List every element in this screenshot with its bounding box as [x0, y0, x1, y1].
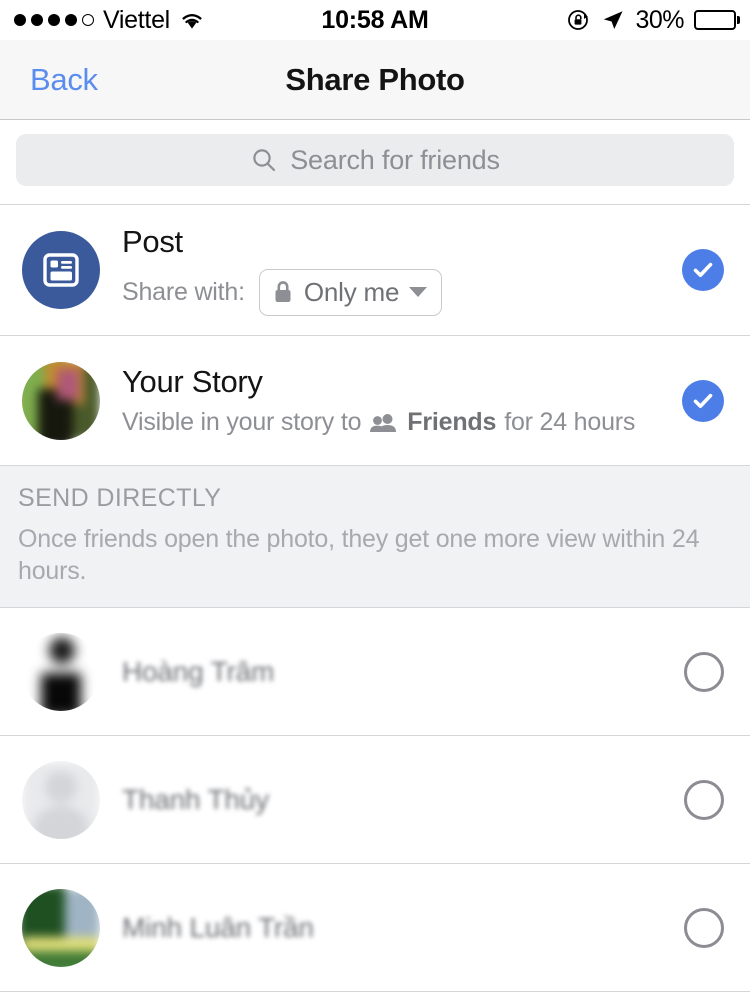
avatar [22, 632, 100, 711]
list-item[interactable]: Thanh Thủy [0, 736, 750, 864]
friend-row-content: Thanh Thủy [122, 784, 684, 816]
friend-name: Hoàng Trâm [122, 655, 275, 687]
check-icon [693, 393, 713, 408]
status-bar-right: 30% [567, 6, 736, 35]
avatar [22, 760, 100, 839]
lock-icon [275, 281, 291, 303]
post-subtitle: Share with: Only me [122, 268, 682, 316]
avatar [22, 888, 100, 967]
friend-row-content: Hoàng Trâm [122, 656, 684, 688]
share-with-label: Share with: [122, 277, 245, 306]
list-item[interactable]: Minh Luân Trần [0, 864, 750, 992]
story-audience-label: Friends [407, 408, 497, 437]
battery-percentage: 30% [635, 5, 684, 34]
share-target-your-story[interactable]: Your Story Visible in your story to Frie… [0, 336, 750, 466]
back-button[interactable]: Back [0, 62, 98, 98]
status-bar: Viettel 10:58 AM 30% [0, 0, 750, 40]
carrier-name: Viettel [103, 5, 170, 34]
share-target-name: Post [122, 224, 183, 260]
friends-group-icon [370, 413, 397, 432]
news-feed-glyph [43, 253, 79, 287]
friend-avatar-image [22, 632, 100, 711]
battery-icon [694, 10, 736, 30]
friend-select-radio[interactable] [684, 651, 724, 692]
story-selected-checkbox[interactable] [682, 379, 724, 422]
signal-dot [14, 14, 26, 26]
status-bar-left: Viettel [14, 6, 205, 35]
friend-name: Minh Luân Trần [122, 911, 314, 943]
friend-name: Thanh Thủy [122, 783, 269, 815]
page-title: Share Photo [285, 61, 465, 97]
friend-select-radio[interactable] [684, 907, 724, 948]
send-directly-section: SEND DIRECTLY Once friends open the phot… [0, 466, 750, 608]
rotation-lock-icon [568, 10, 589, 30]
search-bar-container: Search for friends [0, 120, 750, 205]
search-icon [253, 149, 276, 172]
privacy-selector[interactable]: Only me [258, 268, 443, 316]
search-input[interactable]: Search for friends [16, 134, 734, 186]
section-description: Once friends open the photo, they get on… [18, 525, 700, 585]
story-subtitle: Visible in your story to Friends for 24 … [122, 408, 682, 437]
signal-strength-dots [14, 14, 94, 26]
friend-select-radio[interactable] [684, 779, 724, 820]
signal-dot [65, 14, 77, 26]
search-placeholder: Search for friends [290, 144, 500, 175]
avatar [22, 361, 100, 440]
signal-dot [31, 14, 43, 26]
signal-dot-empty [82, 14, 94, 26]
friend-avatar-image [22, 888, 100, 967]
chevron-down-icon [409, 287, 428, 298]
friend-avatar-image [22, 760, 100, 839]
news-feed-icon [22, 231, 100, 309]
friend-row-content: Minh Luân Trần [122, 912, 684, 944]
wifi-icon [182, 14, 202, 29]
list-item[interactable]: Hoàng Trâm [0, 608, 750, 736]
check-icon [693, 262, 713, 277]
signal-dot [48, 14, 60, 26]
story-avatar-image [22, 361, 100, 440]
share-target-name: Your Story [122, 363, 263, 399]
section-header: SEND DIRECTLY [18, 484, 222, 512]
share-target-post[interactable]: Post Share with: Only me [0, 205, 750, 336]
story-duration-label: for 24 hours [504, 408, 636, 437]
navigation-bar: Back Share Photo [0, 40, 750, 120]
post-selected-checkbox[interactable] [682, 249, 724, 291]
post-row-content: Post Share with: Only me [122, 224, 682, 316]
story-visibility-prefix: Visible in your story to [122, 408, 362, 437]
story-row-content: Your Story Visible in your story to Frie… [122, 364, 682, 438]
privacy-label: Only me [303, 276, 400, 307]
location-arrow-icon [604, 11, 623, 29]
